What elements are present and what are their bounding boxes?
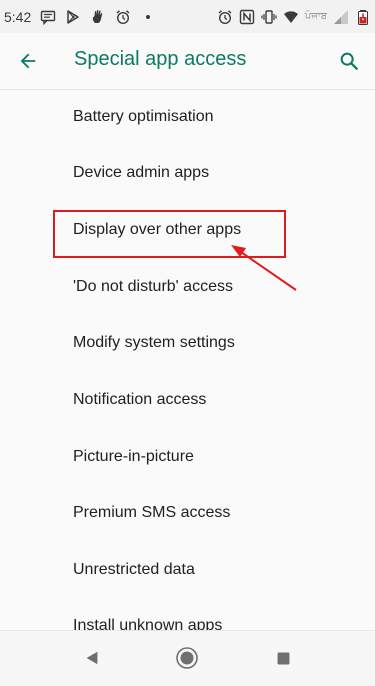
- play-store-icon: [65, 9, 81, 25]
- alarm-icon: [217, 9, 233, 25]
- list-item-label: Device admin apps: [73, 164, 210, 181]
- list-item-notification-access[interactable]: Notification access: [0, 372, 375, 428]
- list-item-picture-in-picture[interactable]: Picture-in-picture: [0, 429, 375, 485]
- nav-recents-button[interactable]: [268, 643, 298, 673]
- wifi-icon: [283, 9, 299, 25]
- alarm-icon: [115, 9, 131, 25]
- navigation-bar: [0, 630, 375, 686]
- list-item-label: Battery optimisation: [73, 108, 214, 125]
- list-item-label: Install unknown apps: [73, 617, 223, 630]
- status-bar: 5:42 ਪੰਜਾਬ: [0, 0, 375, 33]
- list-item-unrestricted-data[interactable]: Unrestricted data: [0, 542, 375, 598]
- list-item-label: Unrestricted data: [73, 561, 195, 578]
- home-circle-icon: [176, 647, 198, 669]
- recents-square-icon: [277, 652, 289, 664]
- annotation-highlight-box: [53, 210, 286, 258]
- list-item-do-not-disturb-access[interactable]: 'Do not disturb' access: [0, 259, 375, 315]
- list-item-premium-sms-access[interactable]: Premium SMS access: [0, 485, 375, 541]
- list-item-label: Modify system settings: [73, 334, 235, 351]
- list-item-device-admin-apps[interactable]: Device admin apps: [0, 145, 375, 201]
- back-triangle-icon: [86, 651, 98, 665]
- hand-icon: [90, 9, 106, 25]
- dot-icon: [140, 9, 156, 25]
- signal-icon: [333, 9, 349, 25]
- status-right: ਪੰਜਾਬ: [217, 9, 371, 25]
- network-label: ਪੰਜਾਬ: [304, 11, 327, 22]
- list-item-install-unknown-apps[interactable]: Install unknown apps: [0, 598, 375, 630]
- nav-home-button[interactable]: [172, 643, 202, 673]
- back-button[interactable]: [14, 47, 42, 75]
- search-button[interactable]: [335, 47, 363, 75]
- list-item-modify-system-settings[interactable]: Modify system settings: [0, 315, 375, 371]
- nfc-icon: [239, 9, 255, 25]
- list-item-label: Picture-in-picture: [73, 448, 194, 465]
- list-item-label: 'Do not disturb' access: [73, 278, 233, 295]
- status-time: 5:42: [4, 8, 32, 25]
- list-item-label: Notification access: [73, 391, 207, 408]
- status-left: 5:42: [4, 9, 156, 25]
- page-title: Special app access: [74, 48, 247, 70]
- app-bar: Special app access: [0, 33, 375, 90]
- battery-icon: [355, 9, 371, 25]
- arrow-back-icon: [20, 53, 36, 69]
- settings-list: Battery optimisation Device admin apps D…: [0, 89, 375, 630]
- vibrate-icon: [261, 9, 277, 25]
- list-item-battery-optimisation[interactable]: Battery optimisation: [0, 89, 375, 145]
- search-icon: [340, 52, 358, 70]
- message-icon: [40, 9, 56, 25]
- nav-back-button[interactable]: [77, 643, 107, 673]
- list-item-label: Premium SMS access: [73, 504, 231, 521]
